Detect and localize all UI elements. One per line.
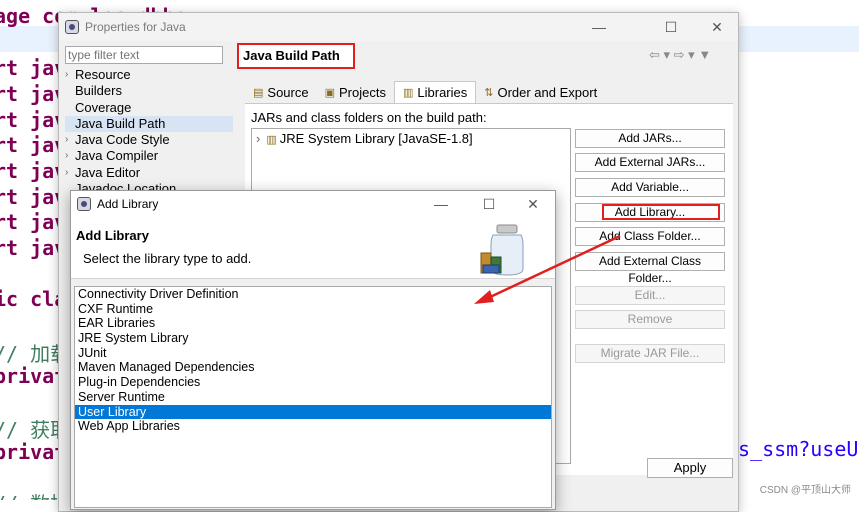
history-nav[interactable]: ⇦ ▾ ⇨ ▾ ▼ bbox=[649, 47, 711, 63]
forward-arrow-icon[interactable]: ⇨ ▾ bbox=[674, 47, 695, 62]
add-variable-button[interactable]: Add Variable... bbox=[575, 178, 725, 197]
tree-item[interactable]: Coverage bbox=[65, 100, 233, 116]
tree-item-label: Java Build Path bbox=[75, 116, 165, 131]
add-class-folder-button[interactable]: Add Class Folder... bbox=[575, 227, 725, 246]
code-line: rt jav bbox=[0, 185, 66, 209]
projects-icon: ▣ bbox=[325, 86, 335, 99]
tree-item[interactable]: › Java Editor bbox=[65, 165, 233, 181]
code-line: rt jav bbox=[0, 108, 66, 132]
page-title: Java Build Path bbox=[237, 43, 355, 69]
dialog-heading: Add Library bbox=[76, 228, 149, 243]
library-type-list[interactable]: Connectivity Driver DefinitionCXF Runtim… bbox=[74, 286, 552, 508]
library-jar-icon bbox=[477, 221, 537, 277]
library-type-item[interactable]: CXF Runtime bbox=[75, 302, 551, 317]
tree-item-label: Coverage bbox=[75, 100, 131, 115]
eclipse-app-icon bbox=[65, 20, 79, 34]
code-line: rt jav bbox=[0, 159, 66, 183]
build-path-entry-label: JRE System Library [JavaSE-1.8] bbox=[280, 131, 473, 146]
tree-item-label: Resource bbox=[75, 67, 131, 82]
properties-window-title: Properties for Java bbox=[85, 20, 186, 34]
properties-titlebar[interactable]: Properties for Java — ☐ ✕ bbox=[59, 13, 738, 41]
edit-button[interactable]: Edit... bbox=[575, 286, 725, 305]
code-line: ic cla bbox=[0, 287, 66, 311]
close-icon[interactable]: ✕ bbox=[513, 191, 553, 217]
tree-item[interactable]: Builders bbox=[65, 83, 233, 99]
dialog-description: Select the library type to add. bbox=[83, 251, 251, 266]
library-type-item[interactable]: Plug-in Dependencies bbox=[75, 375, 551, 390]
tree-item[interactable]: › Resource bbox=[65, 67, 233, 83]
tree-item[interactable]: › Java Code Style bbox=[65, 132, 233, 148]
tab-libraries[interactable]: ▥ Libraries bbox=[394, 81, 476, 103]
code-tail-text: s_ssm?useUn bbox=[738, 437, 859, 461]
close-icon[interactable]: ✕ bbox=[697, 13, 737, 41]
migrate-jar-button[interactable]: Migrate JAR File... bbox=[575, 344, 725, 363]
code-line: rt jav bbox=[0, 82, 66, 106]
watermark: CSDN @平顶山大师 bbox=[760, 481, 851, 496]
expand-arrow-icon[interactable]: › bbox=[65, 165, 68, 181]
expand-arrow-icon[interactable]: › bbox=[65, 67, 68, 83]
expand-arrow-icon[interactable]: › bbox=[65, 132, 68, 148]
source-folder-icon: ▤ bbox=[253, 86, 263, 99]
library-type-item[interactable]: User Library bbox=[75, 405, 551, 420]
remove-button[interactable]: Remove bbox=[575, 310, 725, 329]
minimize-icon[interactable]: — bbox=[421, 191, 461, 217]
code-line: privat bbox=[0, 440, 66, 464]
tree-item-label: Java Editor bbox=[75, 165, 140, 180]
tree-item-label: Builders bbox=[75, 83, 122, 98]
tab-order-and-export[interactable]: ⇅ Order and Export bbox=[476, 81, 605, 103]
dialog-title: Add Library bbox=[97, 197, 158, 211]
code-line: rt jav bbox=[0, 133, 66, 157]
tab-label: Libraries bbox=[417, 85, 467, 100]
filter-input[interactable] bbox=[65, 46, 223, 64]
libraries-icon: ▥ bbox=[403, 86, 413, 99]
dialog-banner: Add Library Select the library type to a… bbox=[71, 217, 555, 279]
property-page-tree: › ResourceBuilders CoverageJava Build Path… bbox=[65, 67, 233, 197]
expand-arrow-icon[interactable]: › bbox=[65, 148, 68, 164]
expand-arrow-icon[interactable]: › bbox=[256, 131, 260, 146]
build-path-tabs: ▤ Source ▣ Projects ▥ Libraries ⇅ Order and Exp… bbox=[245, 81, 605, 103]
add-external-jars-button[interactable]: Add External JARs... bbox=[575, 153, 725, 172]
tab-label: Projects bbox=[339, 85, 386, 100]
add-external-class-folder-button[interactable]: Add External Class Folder... bbox=[575, 252, 725, 271]
back-arrow-icon[interactable]: ⇦ ▾ bbox=[649, 47, 670, 62]
build-path-entry[interactable]: › ▥ JRE System Library [JavaSE-1.8] bbox=[252, 129, 570, 148]
code-line: rt jav bbox=[0, 56, 66, 80]
tab-projects[interactable]: ▣ Projects bbox=[317, 81, 394, 103]
library-type-item[interactable]: Web App Libraries bbox=[75, 419, 551, 434]
library-type-item[interactable]: Maven Managed Dependencies bbox=[75, 360, 551, 375]
apply-button[interactable]: Apply bbox=[647, 458, 733, 478]
code-line: privat bbox=[0, 364, 66, 388]
library-type-item[interactable]: Server Runtime bbox=[75, 390, 551, 405]
order-export-icon: ⇅ bbox=[484, 86, 493, 99]
minimize-icon[interactable]: — bbox=[579, 13, 619, 41]
library-type-item[interactable]: JUnit bbox=[75, 346, 551, 361]
tree-item-label: Java Code Style bbox=[75, 132, 170, 147]
view-menu-icon[interactable]: ▼ bbox=[698, 47, 711, 62]
code-line: rt jav bbox=[0, 236, 66, 260]
tree-item[interactable]: › Java Compiler bbox=[65, 148, 233, 164]
add-library-dialog: Add Library — ☐ ✕ Add Library Select the… bbox=[70, 190, 556, 510]
panel-label: JARs and class folders on the build path… bbox=[251, 110, 487, 125]
code-line: rt jav bbox=[0, 210, 66, 234]
tab-label: Order and Export bbox=[497, 85, 597, 100]
add-jars-button[interactable]: Add JARs... bbox=[575, 129, 725, 148]
library-type-item[interactable]: Connectivity Driver Definition bbox=[75, 287, 551, 302]
library-type-item[interactable]: JRE System Library bbox=[75, 331, 551, 346]
maximize-icon[interactable]: ☐ bbox=[651, 13, 691, 41]
library-icon: ▥ bbox=[266, 134, 276, 146]
library-type-item[interactable]: EAR Libraries bbox=[75, 316, 551, 331]
dialog-titlebar[interactable]: Add Library — ☐ ✕ bbox=[71, 191, 555, 217]
tree-item-label: Java Compiler bbox=[75, 148, 158, 163]
tab-source[interactable]: ▤ Source bbox=[245, 81, 317, 103]
tab-label: Source bbox=[267, 85, 308, 100]
add-library-annotation-box bbox=[602, 204, 720, 220]
eclipse-app-icon bbox=[77, 197, 91, 211]
tree-item[interactable]: Java Build Path bbox=[65, 116, 233, 132]
maximize-icon[interactable]: ☐ bbox=[469, 191, 509, 217]
